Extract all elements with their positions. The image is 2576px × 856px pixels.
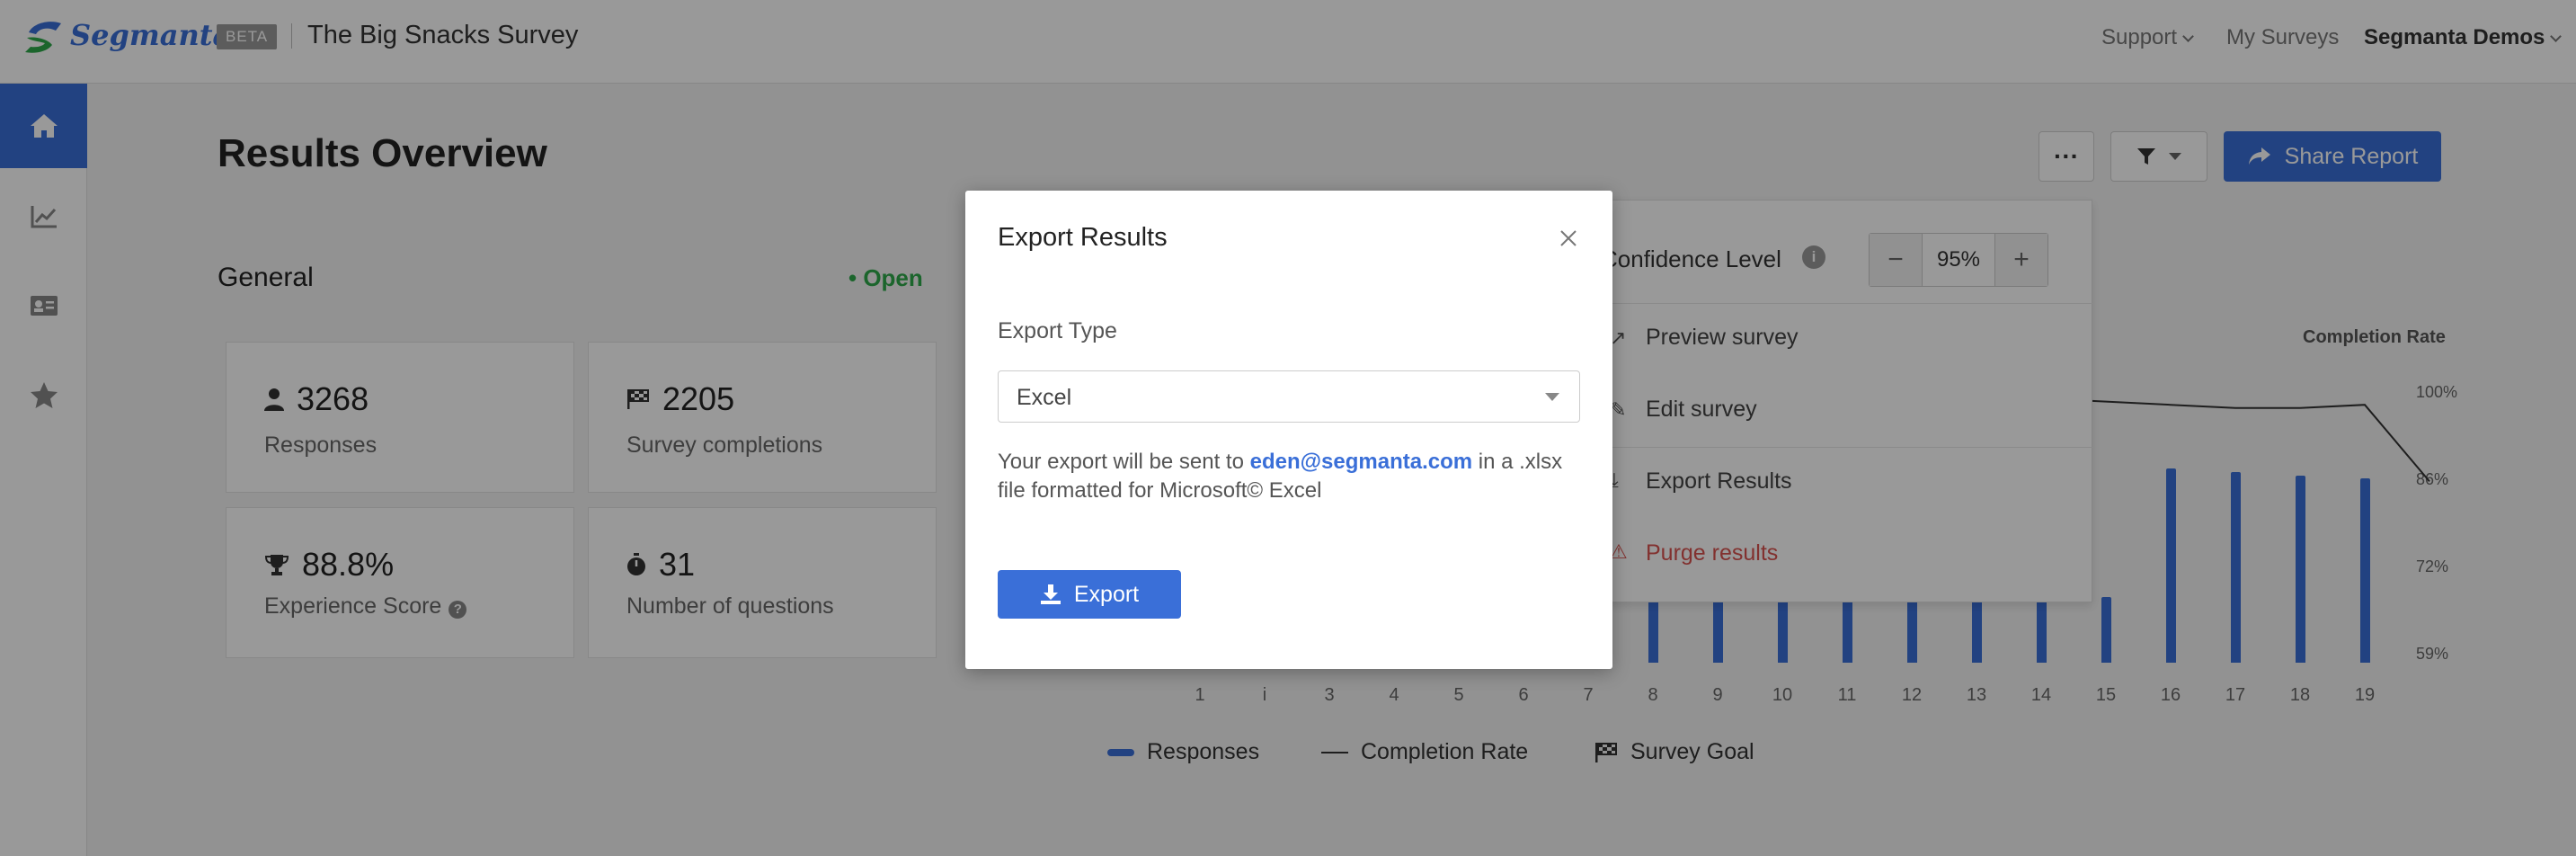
export-type-select[interactable]: Excel xyxy=(998,370,1580,423)
export-button[interactable]: Export xyxy=(998,570,1181,619)
close-icon[interactable] xyxy=(1555,225,1582,252)
caret-down-icon xyxy=(1545,393,1559,401)
export-note: Your export will be sent to eden@segmant… xyxy=(998,448,1591,505)
export-type-label: Export Type xyxy=(998,318,1117,343)
download-icon xyxy=(1040,584,1061,604)
export-button-label: Export xyxy=(1073,581,1140,607)
export-type-value: Excel xyxy=(1017,385,1072,410)
export-results-modal: Export Results Export Type Excel Your ex… xyxy=(965,191,1612,669)
note-before: Your export will be sent to xyxy=(998,450,1250,474)
note-email: eden@segmanta.com xyxy=(1249,450,1473,474)
modal-title: Export Results xyxy=(998,223,1168,252)
